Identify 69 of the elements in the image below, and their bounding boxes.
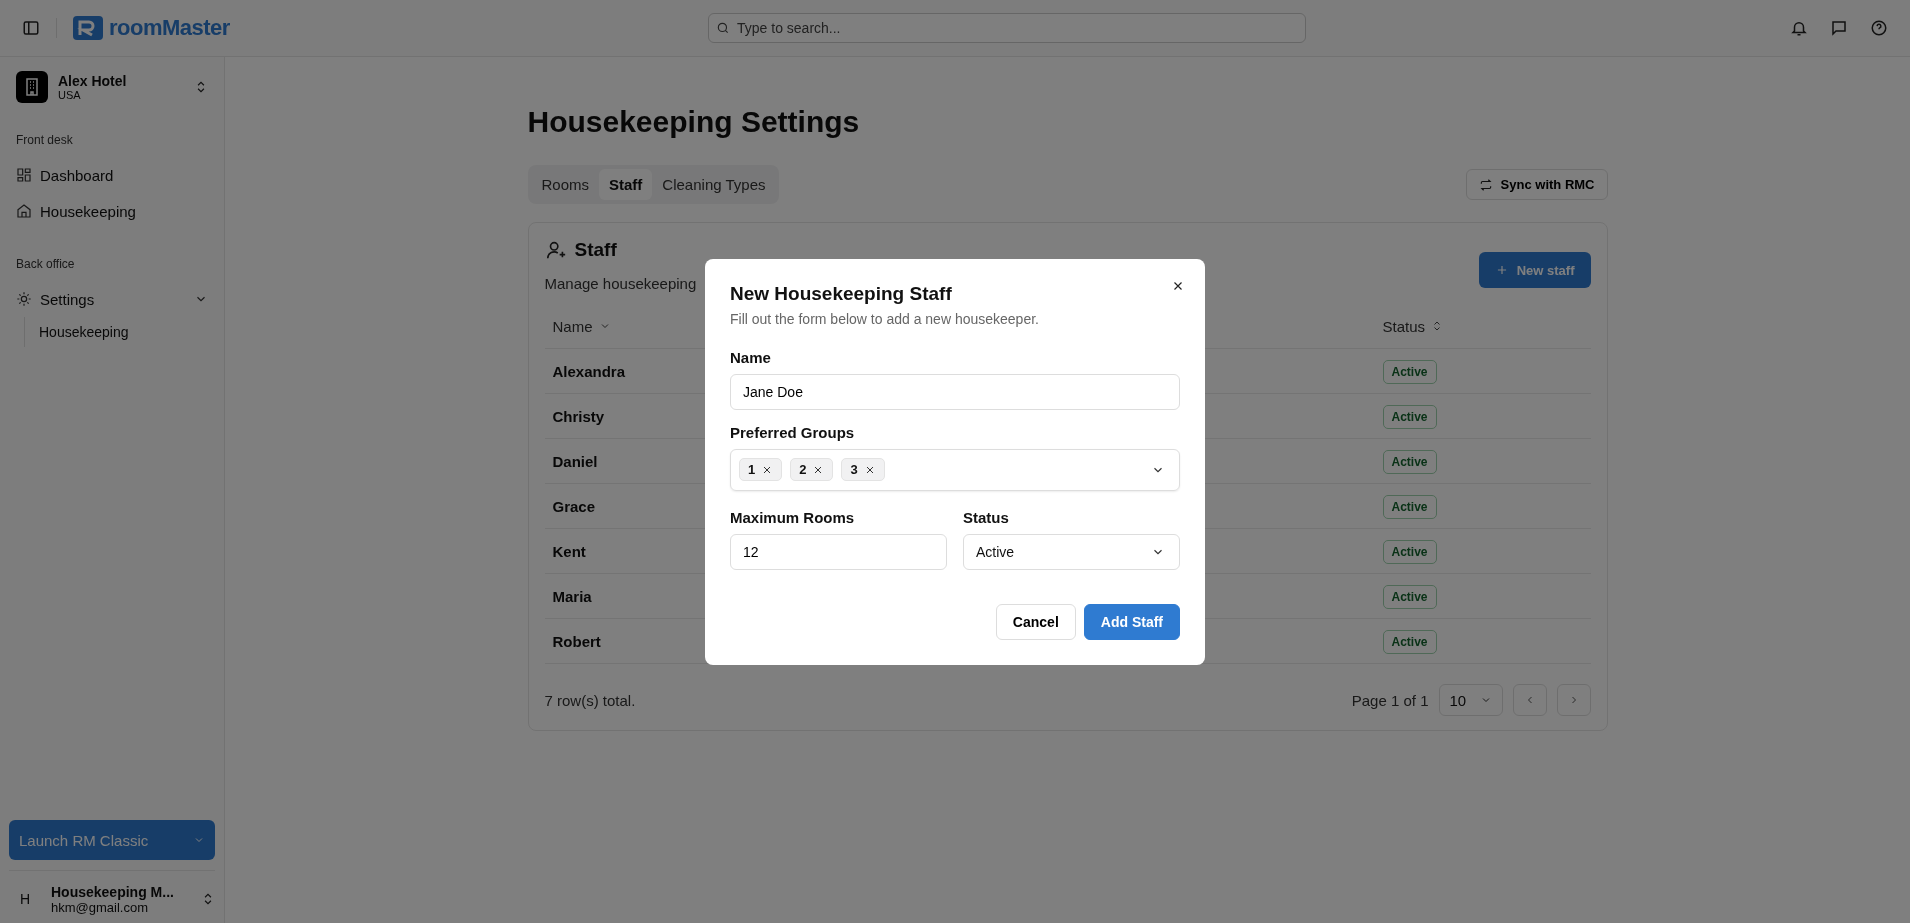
field-label: Preferred Groups [730, 423, 856, 441]
tab[interactable]: Rooms [531, 169, 599, 200]
status-select[interactable]: Active [963, 533, 1180, 570]
table-cell: Grace [552, 497, 596, 515]
max-rooms-input[interactable]: 12 [730, 533, 947, 570]
table-cell: Christy [552, 407, 605, 425]
group-tag: 1 [739, 458, 783, 481]
groups-select[interactable]: 1 2 3 [730, 448, 1180, 491]
card-title: Staff [574, 239, 617, 261]
section-label: Back office [16, 257, 76, 271]
user-email: hkm@gmail.com [51, 899, 149, 915]
status-badge: Active [1382, 405, 1437, 429]
new-staff-button[interactable]: New staff [1478, 252, 1591, 288]
sync-button[interactable]: Sync with RMC [1465, 169, 1608, 200]
row-count: 7 row(s) total. [544, 691, 636, 709]
user-plus-icon [544, 239, 567, 261]
page-info: Page 1 of 1 [1351, 691, 1429, 709]
help-icon[interactable] [1870, 19, 1888, 37]
hotel-name: Alex Hotel [58, 73, 128, 89]
status-badge: Active [1382, 540, 1437, 564]
logo-text: roomMaster [109, 15, 230, 41]
status-badge: Active [1382, 495, 1437, 519]
sidebar-subitem[interactable]: Housekeeping [39, 317, 208, 347]
cancel-button[interactable]: Cancel [995, 603, 1076, 640]
tab[interactable]: Cleaning Types [652, 169, 776, 200]
search-field[interactable]: Type to search... [708, 13, 1306, 43]
sidebar-item[interactable]: Dashboard [16, 157, 208, 193]
notification-bell-icon[interactable] [1790, 19, 1808, 37]
sync-icon [1478, 177, 1493, 192]
group-tag: 2 [790, 458, 834, 481]
sidebar-toggle-icon[interactable] [22, 19, 40, 37]
sidebar-item[interactable]: Housekeeping [16, 193, 208, 229]
column-header[interactable]: Status [1382, 317, 1583, 335]
status-badge: Active [1382, 450, 1437, 474]
name-input[interactable]: Jane Doe [730, 373, 1180, 410]
column-header[interactable]: Name [552, 317, 611, 335]
table-cell: Robert [552, 632, 601, 650]
hotel-country: USA [58, 89, 82, 101]
status-badge: Active [1382, 585, 1437, 609]
logo-icon [73, 16, 103, 40]
table-cell: Kent [552, 542, 586, 560]
search-icon [716, 21, 730, 35]
chat-bubble-icon[interactable] [1830, 19, 1848, 37]
page-title: Housekeeping Settings [527, 105, 861, 139]
hotel-switcher[interactable]: Alex Hotel USA [16, 71, 208, 103]
user-menu[interactable]: H Housekeeping M... hkm@gmail.com [9, 870, 215, 915]
card-description: Manage housekeeping [544, 275, 697, 292]
table-cell: Alexandra [552, 362, 626, 380]
grid-icon [16, 167, 32, 183]
field-label: Maximum Rooms [730, 508, 856, 526]
dialog-description: Fill out the form below to add a new housekeeper. [730, 310, 1040, 327]
launch-button[interactable]: Launch RM Classic [9, 820, 215, 860]
status-badge: Active [1382, 360, 1437, 384]
group-tag: 3 [841, 458, 885, 481]
avatar: H [18, 890, 32, 909]
user-name: Housekeeping M... [51, 883, 175, 900]
field-label: Status [963, 508, 1010, 526]
building-icon [16, 71, 48, 103]
table-cell: Maria [552, 587, 592, 605]
section-label: Front desk [16, 133, 74, 147]
add-staff-button[interactable]: Add Staff [1083, 603, 1180, 640]
tab[interactable]: Staff [599, 169, 653, 200]
house-icon [16, 203, 32, 219]
dialog-title: New Housekeeping Staff [730, 282, 953, 305]
status-badge: Active [1382, 630, 1437, 654]
page-size-select[interactable]: 10 [1438, 684, 1503, 716]
field-label: Name [730, 348, 772, 366]
sidebar-item[interactable]: Settings [16, 281, 208, 317]
table-cell: Daniel [552, 452, 598, 470]
